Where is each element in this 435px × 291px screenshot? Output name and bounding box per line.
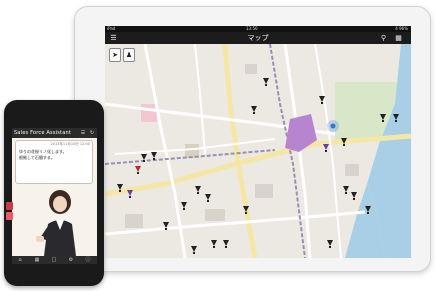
map-base — [105, 44, 411, 258]
info-icon[interactable]: ⓘ — [85, 257, 91, 263]
search-icon[interactable]: ⚲ — [379, 34, 388, 42]
document-icon[interactable]: □ — [51, 257, 57, 263]
app-header: Sales Force Assistant ☰ ↻ — [12, 128, 97, 138]
map-pin[interactable] — [393, 114, 399, 122]
map-view[interactable]: ➤ ♟ — [105, 44, 411, 258]
phone-screen: Sales Force Assistant ☰ ↻ 2013年11月10日 12… — [12, 128, 97, 264]
app-title: Sales Force Assistant — [14, 130, 71, 136]
map-pin[interactable] — [327, 240, 333, 248]
home-icon[interactable]: ⌂ — [17, 257, 23, 263]
map-pin[interactable] — [251, 106, 257, 114]
assistant-avatar — [36, 190, 76, 256]
map-pin[interactable] — [319, 96, 325, 104]
tablet-screen: iPad 13:50 4 96% ☰ マップ ⚲ ▦ ➤ ♟ — [105, 26, 411, 258]
map-pin[interactable] — [117, 184, 123, 192]
map-pin[interactable] — [127, 190, 133, 198]
heart-icon[interactable] — [6, 212, 13, 220]
list-icon[interactable]: ▦ — [394, 34, 403, 42]
map-pin[interactable] — [341, 138, 347, 146]
map-pin[interactable] — [263, 78, 269, 86]
map-pin[interactable] — [135, 166, 141, 174]
map-pin[interactable] — [323, 144, 329, 152]
gear-icon[interactable]: ⚙ — [68, 257, 74, 263]
red-bookmark-icon[interactable] — [6, 202, 13, 210]
map-pin[interactable] — [205, 194, 211, 202]
map-pin[interactable] — [380, 114, 386, 122]
chat-timestamp: 2013年11月10日 12:00 — [50, 142, 90, 146]
map-pin[interactable] — [163, 222, 169, 230]
chat-bubble: 2013年11月10日 12:00 ゆりの花桜リノ化します。 根拠して石間する。 — [15, 140, 93, 184]
person-icon[interactable]: ♟ — [123, 48, 135, 62]
menu-icon[interactable]: ☰ — [80, 130, 86, 136]
map-pin[interactable] — [243, 206, 249, 214]
map-pin[interactable] — [151, 152, 157, 160]
map-pin[interactable] — [365, 206, 371, 214]
map-pin[interactable] — [191, 246, 197, 254]
tab-bar: ⌂ ▦ □ ⚙ ⓘ — [12, 256, 97, 264]
map-pin[interactable] — [211, 240, 217, 248]
map-pin[interactable] — [343, 186, 349, 194]
map-pin[interactable] — [181, 202, 187, 210]
refresh-icon[interactable]: ↻ — [89, 130, 95, 136]
map-pin[interactable] — [195, 186, 201, 194]
map-pin[interactable] — [351, 192, 357, 200]
navigation-arrow-icon[interactable]: ➤ — [109, 48, 121, 62]
map-pin[interactable] — [223, 240, 229, 248]
navigation-bar: ☰ マップ ⚲ ▦ — [105, 32, 411, 44]
map-pin[interactable] — [141, 154, 147, 162]
calendar-icon[interactable]: ▦ — [34, 257, 40, 263]
page-title: マップ — [247, 34, 269, 42]
chat-line: 根拠して石間する。 — [19, 155, 55, 160]
